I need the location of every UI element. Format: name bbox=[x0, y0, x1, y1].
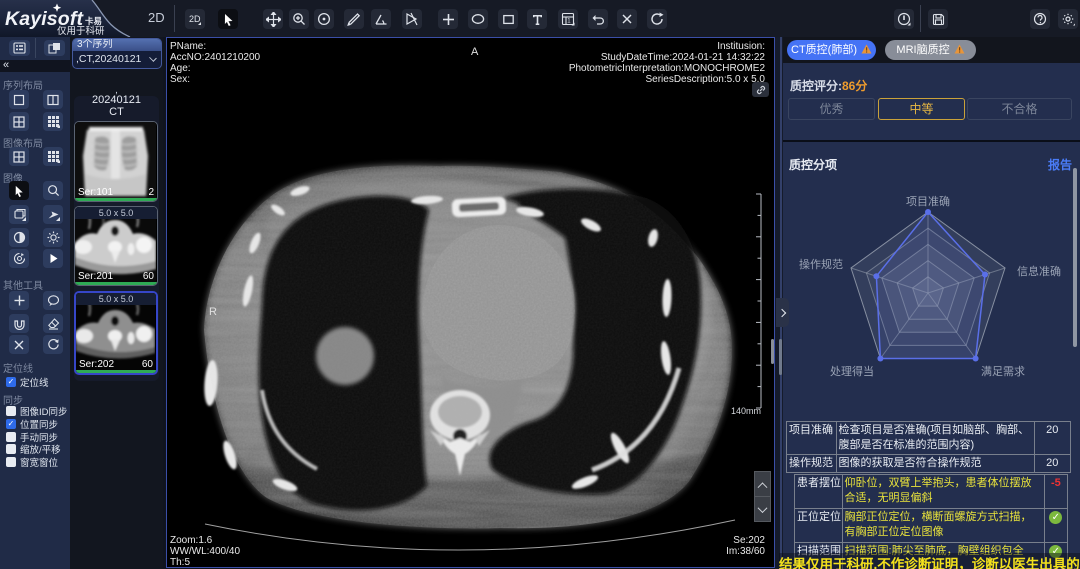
svg-text:满足需求: 满足需求 bbox=[981, 365, 1025, 378]
svg-text:操作规范: 操作规范 bbox=[799, 257, 843, 271]
svg-text:1: 1 bbox=[567, 19, 571, 25]
svg-text:A: A bbox=[471, 46, 479, 58]
svg-text:处理得当: 处理得当 bbox=[830, 364, 874, 378]
svg-text:R: R bbox=[209, 306, 217, 318]
svg-text:信息准确: 信息准确 bbox=[1017, 264, 1061, 278]
svg-text:项目准确: 项目准确 bbox=[906, 195, 950, 208]
svg-text:140mm: 140mm bbox=[731, 406, 761, 416]
svg-text:2D: 2D bbox=[189, 14, 201, 24]
svg-text:卡易: 卡易 bbox=[85, 16, 102, 26]
svg-text:仅用于科研: 仅用于科研 bbox=[57, 25, 105, 37]
